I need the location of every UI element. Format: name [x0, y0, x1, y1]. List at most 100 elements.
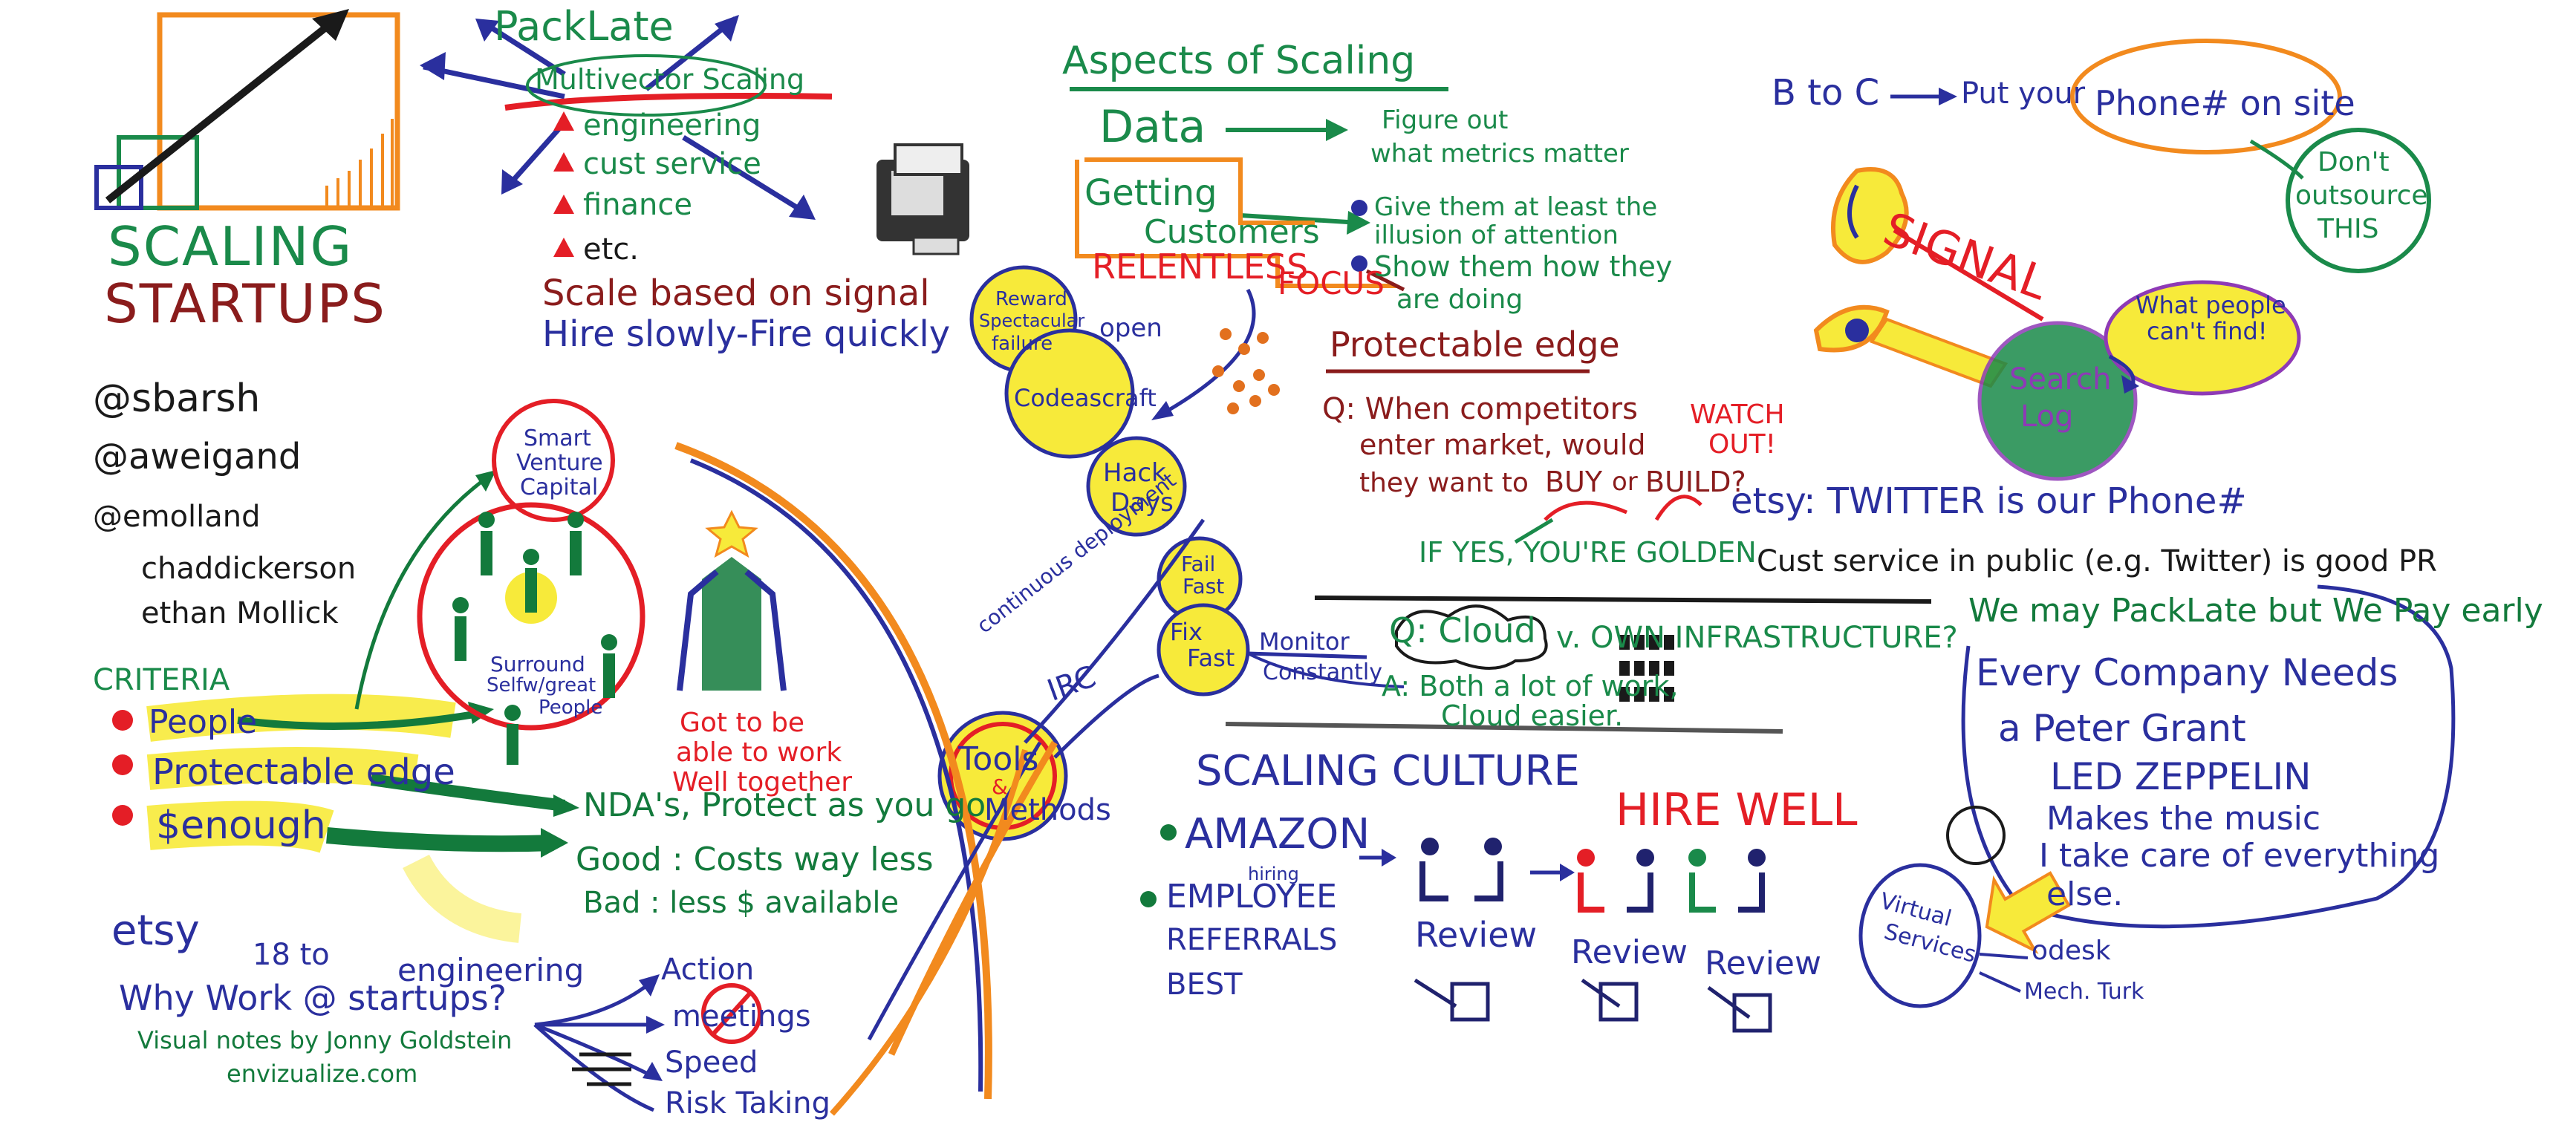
hire-slowly-fire-quickly: Hire slowly-Fire quickly	[542, 313, 951, 355]
best: BEST	[1166, 968, 1243, 1002]
criteria-people: People	[149, 703, 258, 741]
surround-line2: Selfw/great	[487, 674, 596, 697]
cloud-a: A: Both a lot of work,	[1382, 670, 1679, 702]
give-attention-1: Give them at least the	[1374, 192, 1658, 222]
packlate-item-engineering: engineering	[583, 108, 761, 143]
figure-out: Figure out	[1382, 105, 1509, 135]
bullet-triangle-icon	[553, 238, 574, 257]
relentless: RELENTLESS	[1092, 247, 1309, 287]
reward-line1: Reward	[995, 288, 1067, 310]
etsy-speed: Speed	[665, 1045, 758, 1080]
amazon: AMAZON	[1185, 810, 1370, 858]
odesk: odesk	[2032, 936, 2111, 966]
if-yes-golden: IF YES, YOU'RE GOLDEN	[1419, 536, 1757, 569]
cloud-q: Q: Cloud	[1389, 610, 1536, 650]
referrals: REFERRALS	[1166, 923, 1338, 957]
dont-line2: outsource	[2295, 180, 2428, 211]
title-scaling: SCALING	[108, 215, 354, 278]
reward-line3: failure	[992, 333, 1053, 355]
bullet-triangle-icon	[553, 111, 574, 131]
surround-line1: Surround	[490, 652, 585, 676]
criteria-heading: CRITERIA	[93, 663, 230, 697]
packlate-heading: PackLate	[494, 3, 674, 50]
growth-chart-icon	[94, 9, 400, 211]
aspects-heading: Aspects of Scaling	[1062, 39, 1416, 83]
else: else.	[2046, 875, 2124, 913]
packlate-item-etc: etc.	[583, 232, 639, 267]
dont-line1: Don't	[2318, 147, 2390, 177]
packlate-item-cust-service: cust service	[583, 147, 761, 181]
methods: Methods	[984, 793, 1111, 827]
tools: Tools	[958, 740, 1039, 778]
out: OUT!	[1708, 429, 1777, 460]
scale-based-on-signal: Scale based on signal	[542, 273, 930, 314]
cloud-easier: Cloud easier.	[1441, 699, 1624, 732]
employee: EMPLOYEE	[1166, 878, 1337, 916]
buy: BUY	[1545, 466, 1603, 498]
watch: WATCH	[1690, 399, 1785, 430]
give-attention-2: illusion of attention	[1374, 221, 1619, 250]
handle-sbarsh: @sbarsh	[93, 376, 261, 421]
interview-people-icon	[1419, 838, 1766, 913]
log: Log	[2020, 399, 2074, 434]
scaling-culture-heading: SCALING CULTURE	[1196, 747, 1580, 795]
constantly: Constantly	[1263, 659, 1382, 685]
what-people-1: What people	[2136, 291, 2286, 319]
team-star-icon	[677, 509, 787, 691]
bullet-triangle-icon	[553, 152, 574, 172]
bullet-triangle-icon	[553, 195, 574, 214]
monitor: Monitor	[1259, 627, 1350, 656]
name-chaddickerson: chaddickerson	[141, 552, 357, 586]
smart-vc-line1: Smart	[524, 425, 591, 451]
etsy-label: etsy	[111, 907, 200, 955]
why-work-startups: Why Work @ startups?	[119, 978, 507, 1018]
fax-machine-icon	[876, 143, 969, 255]
q-competitors-2: enter market, would	[1359, 428, 1646, 461]
makes-the-music: Makes the music	[2046, 800, 2321, 838]
work-together-line1: Got to be	[680, 708, 805, 738]
every-company-needs: Every Company Needs	[1976, 651, 2398, 694]
good-costs-less: Good : Costs way less	[576, 841, 934, 878]
cloud-vs-own: v. OWN INFRASTRUCTURE?	[1556, 621, 1958, 655]
review-2: Review	[1571, 933, 1688, 971]
bullet-dot	[1160, 824, 1177, 841]
protectable-edge-heading: Protectable edge	[1330, 324, 1620, 365]
what-people-2: can't find!	[2147, 317, 2268, 345]
criteria-protectable-edge: Protectable edge	[152, 751, 455, 793]
packlate-item-finance: finance	[583, 188, 693, 222]
show-them-2: are doing	[1396, 284, 1523, 315]
aspect-data: Data	[1099, 101, 1206, 153]
led-zeppelin: LED ZEPPELIN	[2050, 755, 2312, 798]
fast-2: Fast	[1187, 644, 1235, 672]
codeascraft: Codeascraft	[1014, 384, 1157, 412]
eighteen-to: 18 to	[253, 938, 330, 972]
search: Search	[2009, 362, 2112, 397]
review-3: Review	[1705, 945, 1821, 982]
credit-visual-notes: Visual notes by Jonny Goldstein	[137, 1026, 513, 1054]
etsy-meetings: meetings	[672, 999, 811, 1034]
customers: Customers	[1144, 213, 1320, 251]
title-startups: STARTUPS	[104, 273, 386, 335]
credit-envizualize: envizualize.com	[227, 1060, 418, 1088]
bad-less-money: Bad : less $ available	[583, 886, 900, 920]
cust-service-public: Cust service in public (e.g. Twitter) is…	[1757, 544, 2437, 578]
review-1: Review	[1415, 915, 1538, 955]
bullet-dot	[1140, 891, 1157, 907]
metrics-matter: what metrics matter	[1370, 139, 1629, 169]
work-together-line2: able to work	[676, 737, 842, 768]
open: open	[1099, 313, 1162, 343]
etsy-action: Action	[661, 953, 755, 987]
handle-emolland: @emolland	[93, 500, 261, 534]
smart-vc-line2: Venture	[516, 450, 603, 476]
etsy-twitter-phone: etsy: TWITTER is our Phone#	[1731, 480, 2247, 522]
etsy-risk-taking: Risk Taking	[665, 1086, 830, 1120]
fix: Fix	[1170, 618, 1203, 646]
focus: FOCUS	[1278, 265, 1385, 301]
pack-late-pay-early: We may PackLate but We Pay early	[1968, 592, 2543, 630]
or: or	[1612, 467, 1638, 497]
handle-aweigand: @aweigand	[93, 436, 302, 477]
checkbox-icons	[1414, 978, 1772, 1033]
hire-well: HIRE WELL	[1616, 784, 1858, 836]
show-them-1: Show them how they	[1374, 250, 1673, 283]
nda-protect: NDA's, Protect as you go	[583, 786, 986, 824]
